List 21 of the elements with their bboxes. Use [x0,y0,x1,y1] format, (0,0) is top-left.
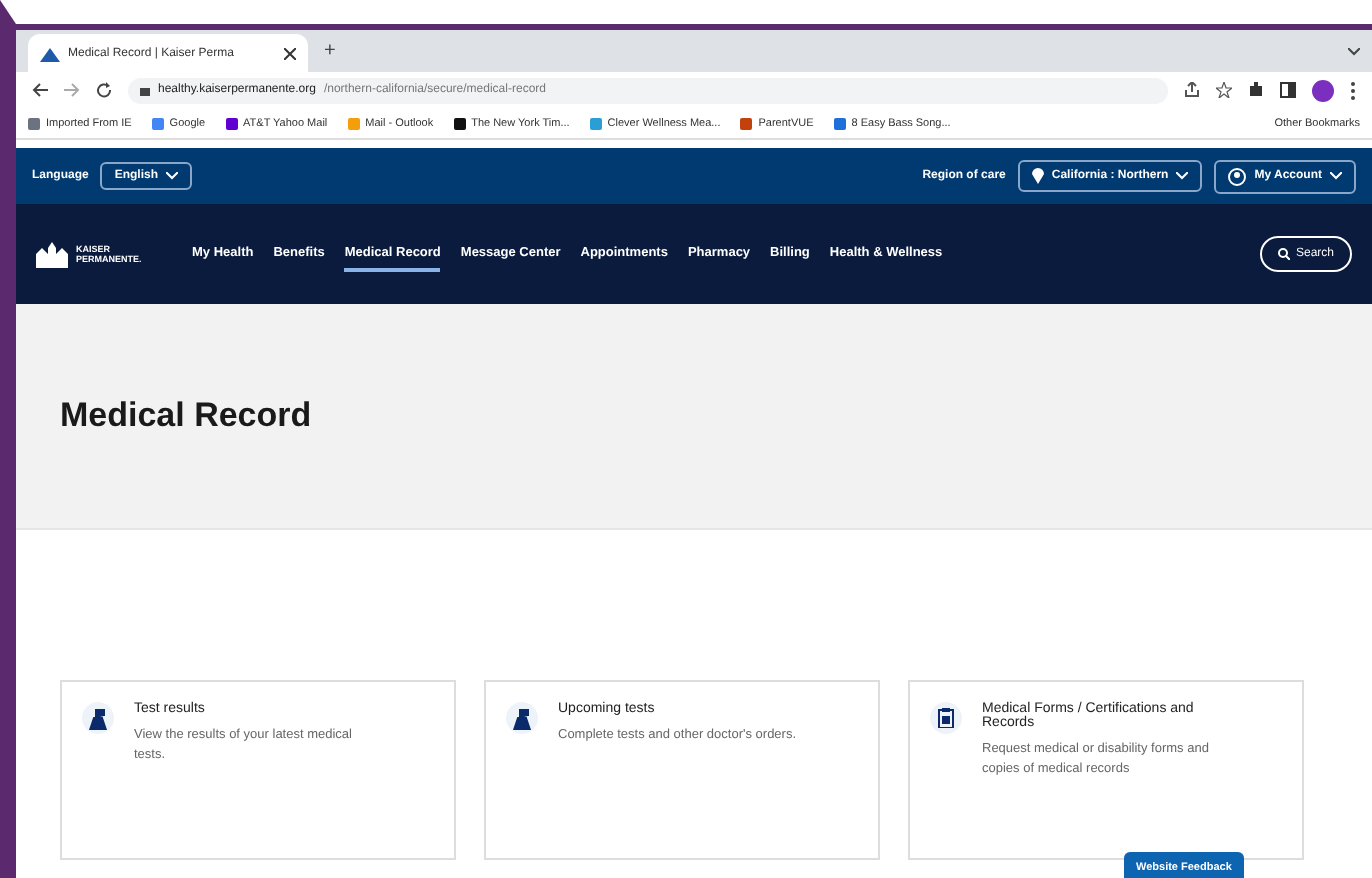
chevron-icon [1330,172,1342,180]
page-title: Medical Record [60,396,312,436]
avatar-icon[interactable] [1312,79,1334,101]
chevron-icon [1176,172,1189,180]
search-icon [1277,248,1290,260]
new-tab-button[interactable]: + [324,40,336,62]
logo-icon[interactable] [36,241,68,267]
location-pin-icon [1031,168,1044,184]
chevron-icon [166,172,179,180]
extension-icon[interactable] [1248,82,1264,98]
share-icon[interactable] [1184,82,1200,98]
logo-icon [40,45,60,61]
sidebar-icon[interactable] [1280,82,1296,98]
menu-icon[interactable] [1350,81,1356,99]
close-icon[interactable] [284,47,296,59]
user-icon [1228,167,1247,185]
back-icon[interactable] [32,82,48,98]
clipboard-icon [930,702,962,734]
chevron-icon[interactable] [1348,47,1360,55]
reload-icon[interactable] [96,82,112,98]
star-icon[interactable] [1216,82,1232,98]
